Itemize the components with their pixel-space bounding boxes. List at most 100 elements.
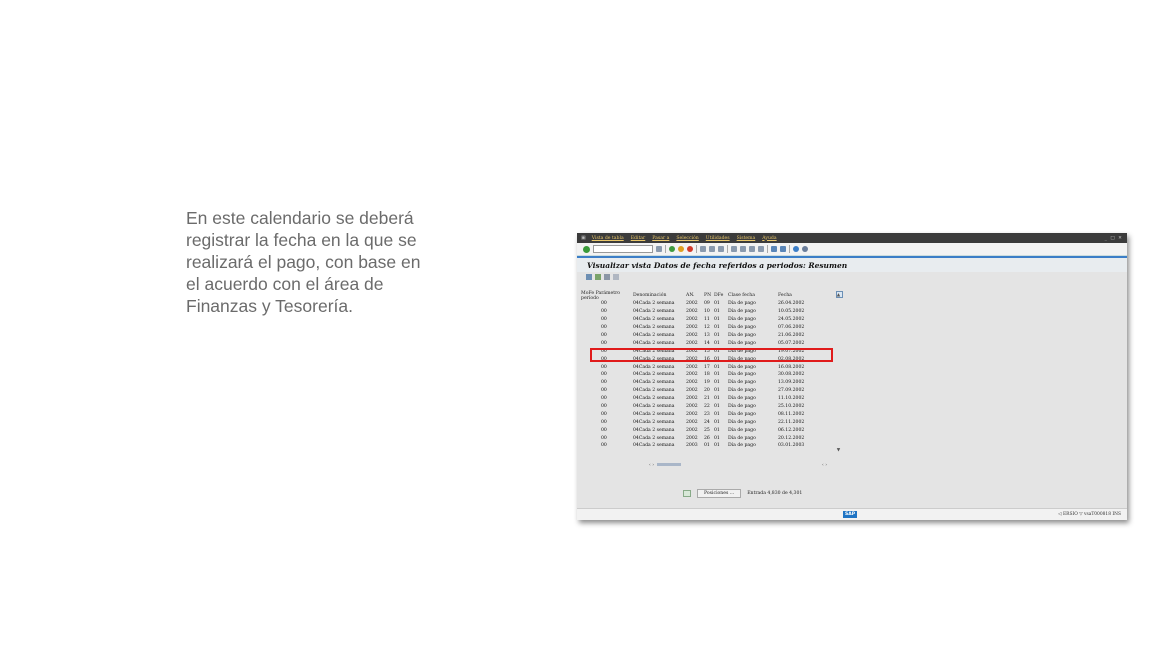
cell-den: 04Cada 2 semana: [633, 309, 675, 315]
table-row[interactable]: 00 04Cada 2 semana 2002 19 01 Día de pago 13.0…: [581, 379, 843, 387]
cell-an: 2002: [686, 435, 698, 441]
shortcut-icon[interactable]: [780, 246, 786, 252]
vertical-scrollbar[interactable]: ▲ ▼: [835, 293, 842, 465]
cell-param: 00: [601, 443, 607, 449]
col-header[interactable]: Denominación: [633, 293, 686, 298]
position-icon[interactable]: [683, 490, 691, 497]
table-row[interactable]: 00 04Cada 2 semana 2002 10 01 Día de pago 10.0…: [581, 308, 843, 316]
scroll-left-right-icon[interactable]: ‹ ›: [822, 463, 827, 468]
cell-clase: Día de pago: [728, 333, 756, 338]
table-row[interactable]: 00 04Cada 2 semana 2002 11 01 Día de pago 24.0…: [581, 316, 843, 324]
cancel-icon[interactable]: [687, 246, 693, 252]
slide-description: En este calendario se deberá registrar l…: [186, 207, 476, 317]
table-row[interactable]: 00 04Cada 2 semana 2002 09 01 Día de pago 26.0…: [581, 300, 843, 308]
layout-icon[interactable]: [802, 246, 808, 252]
table-row[interactable]: 00 04Cada 2 semana 2002 18 01 Día de pago 30.0…: [581, 371, 843, 379]
menu-sistema[interactable]: Sistema: [737, 236, 756, 241]
window-controls[interactable]: _ □ ✕: [1105, 236, 1123, 241]
cell-clase: Día de pago: [728, 396, 756, 402]
cell-clase: Día de pago: [728, 301, 756, 307]
table-row[interactable]: 00 04Cada 2 semana 2002 22 01 Día de pago 25.1…: [581, 403, 843, 411]
col-header[interactable]: PN: [704, 293, 714, 298]
screen-title: Visualizar vista Datos de fecha referido…: [577, 258, 1127, 272]
cell-fecha: 05.07.2002: [778, 340, 805, 346]
cell-param: 00: [601, 317, 607, 323]
copy-icon[interactable]: [604, 274, 610, 280]
table-row[interactable]: 00 04Cada 2 semana 2002 24 01 Día de pago 22.1…: [581, 418, 843, 426]
table-row[interactable]: 00 04Cada 2 semana 2002 13 01 Día de pago 21.0…: [581, 332, 843, 340]
col-header[interactable]: DFe: [714, 293, 728, 298]
cell-den: 04Cada 2 semana: [633, 380, 675, 386]
table-row[interactable]: 00 04Cada 2 semana 2002 26 01 Día de pago 20.1…: [581, 434, 843, 442]
col-header[interactable]: Clase fecha: [728, 293, 778, 298]
table-row[interactable]: 00 04Cada 2 semana 2002 14 01 Día de pago 05.0…: [581, 339, 843, 347]
cell-param: 00: [601, 388, 607, 394]
change-display-icon[interactable]: [586, 274, 592, 280]
col-header[interactable]: AN.: [686, 293, 704, 298]
new-entries-icon[interactable]: [595, 274, 601, 280]
find-next-icon[interactable]: [718, 246, 724, 252]
menu-editar[interactable]: Editar: [631, 236, 646, 241]
cell-den: 04Cada 2 semana: [633, 317, 675, 323]
horizontal-scrollbar-right[interactable]: ‹ ›: [822, 463, 827, 468]
last-page-icon[interactable]: [758, 246, 764, 252]
cell-pn: 14: [704, 340, 710, 346]
back-icon[interactable]: [669, 246, 675, 252]
table-row[interactable]: 00 04Cada 2 semana 2002 23 01 Día de pago 08.1…: [581, 410, 843, 418]
cell-dfe: 01: [714, 404, 720, 410]
find-icon[interactable]: [709, 246, 715, 252]
cell-clase: Día de pago: [728, 388, 756, 394]
sap-menu-icon[interactable]: ▣: [581, 235, 586, 241]
description-line: Finanzas y Tesorería.: [186, 296, 353, 316]
table-row[interactable]: 00 04Cada 2 semana 2003 01 01 Día de pago 03.0…: [581, 442, 843, 450]
cell-dfe: 01: [714, 325, 720, 331]
horizontal-scrollbar[interactable]: ‹ ›: [649, 463, 682, 468]
cell-clase: Día de pago: [728, 325, 756, 331]
menu-pasar-a[interactable]: Pasar a: [652, 236, 669, 241]
cell-fecha: 08.11.2002: [778, 411, 805, 417]
cell-dfe: 01: [714, 427, 720, 433]
menu-utilidades[interactable]: Utilidades: [706, 236, 730, 241]
help-icon[interactable]: [793, 246, 799, 252]
toolbar-separator: [665, 245, 666, 253]
table-row[interactable]: 00 04Cada 2 semana 2002 20 01 Día de pago 27.0…: [581, 387, 843, 395]
cell-pn: 19: [704, 380, 710, 386]
cell-dfe: 01: [714, 309, 720, 315]
positions-button[interactable]: Posiciones ...: [697, 489, 742, 498]
print-icon[interactable]: [700, 246, 706, 252]
cell-param: 00: [601, 301, 607, 307]
table-row[interactable]: 00 04Cada 2 semana 2002 12 01 Día de pago 07.0…: [581, 324, 843, 332]
position-area: Posiciones ... Entrada 4,830 de 4,301: [683, 489, 802, 498]
exit-icon[interactable]: [678, 246, 684, 252]
cell-an: 2002: [686, 333, 698, 338]
cell-den: 04Cada 2 semana: [633, 443, 675, 449]
menu-ayuda[interactable]: Ayuda: [762, 236, 776, 241]
cell-param: 00: [601, 309, 607, 315]
cell-an: 2002: [686, 404, 698, 410]
col-header[interactable]: MoFe Parámetro período: [581, 291, 633, 301]
check-circle-icon[interactable]: [583, 245, 590, 253]
command-field[interactable]: [593, 245, 653, 253]
cell-param: 00: [601, 396, 607, 402]
cell-den: 04Cada 2 semana: [633, 419, 675, 425]
prev-page-icon[interactable]: [740, 246, 746, 252]
first-page-icon[interactable]: [731, 246, 737, 252]
cell-den: 04Cada 2 semana: [633, 333, 675, 338]
scroll-left-right-icon[interactable]: ‹ ›: [649, 463, 654, 468]
menu-seleccion[interactable]: Selección: [676, 236, 698, 241]
scroll-down-icon[interactable]: ▼: [835, 448, 842, 453]
table-row[interactable]: 00 04Cada 2 semana 2002 17 01 Día de pago 16.0…: [581, 363, 843, 371]
delete-icon[interactable]: [613, 274, 619, 280]
cell-an: 2002: [686, 411, 698, 417]
cell-den: 04Cada 2 semana: [633, 411, 675, 417]
next-page-icon[interactable]: [749, 246, 755, 252]
table-row[interactable]: 00 04Cada 2 semana 2002 21 01 Día de pago 11.1…: [581, 395, 843, 403]
new-session-icon[interactable]: [771, 246, 777, 252]
system-info[interactable]: ◁ ERSIO ▽ vsaT000818 INS: [1058, 512, 1121, 517]
menu-vista-tabla[interactable]: Vista de tabla: [592, 236, 624, 241]
cell-an: 2002: [686, 396, 698, 402]
table-row[interactable]: 00 04Cada 2 semana 2002 25 01 Día de pago 06.1…: [581, 426, 843, 434]
cell-dfe: 01: [714, 388, 720, 394]
save-icon[interactable]: [656, 246, 662, 252]
col-header[interactable]: Fecha: [778, 293, 822, 298]
